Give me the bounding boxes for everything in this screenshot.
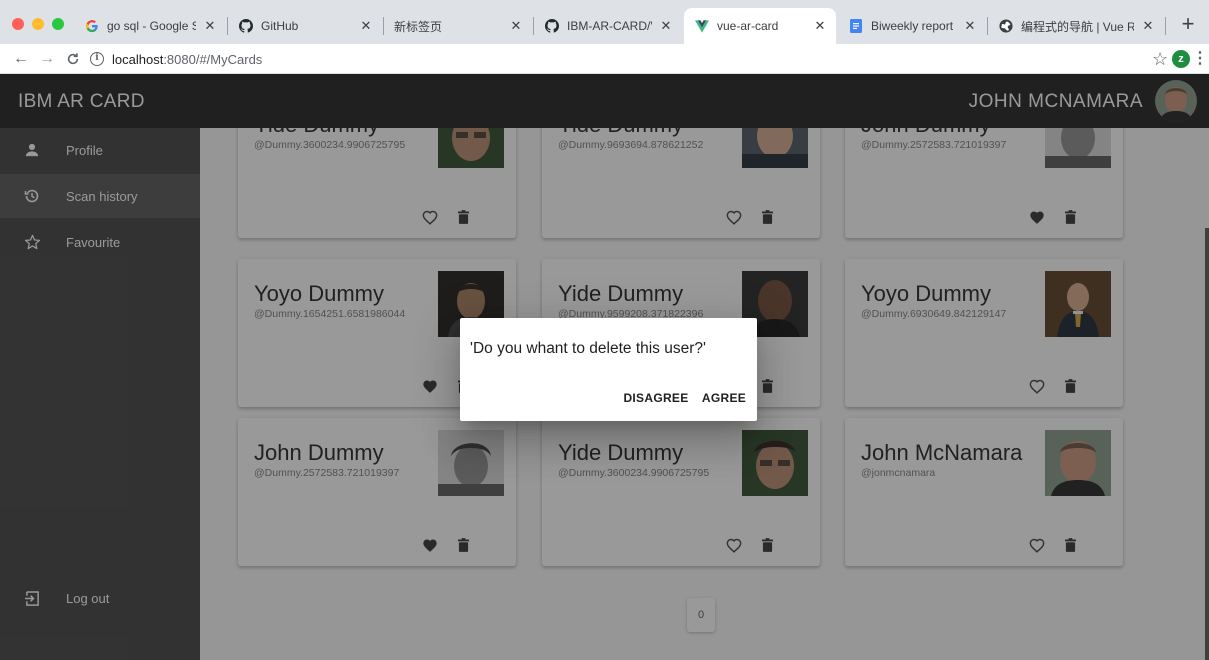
browser-toolbar: ← → i localhost:8080/#/MyCards ☆ z ⋮ (0, 44, 1209, 74)
tab-close-icon[interactable]: ✕ (962, 18, 978, 34)
tab-title: Biweekly report 7 - Google Docs (871, 19, 956, 33)
github-icon (544, 18, 560, 34)
delete-confirm-dialog: 'Do you whant to delete this user?' DISA… (460, 318, 757, 421)
address-bar[interactable]: i localhost:8080/#/MyCards (80, 47, 1140, 71)
tab-close-icon[interactable]: ✕ (658, 18, 674, 34)
browser-tab-strip: go sql - Google Search ✕ GitHub ✕ 新标签页 ✕… (0, 0, 1209, 44)
browser-tab-new[interactable]: 新标签页 ✕ (384, 8, 532, 44)
browser-profile-avatar[interactable]: z (1172, 50, 1190, 68)
tab-close-icon[interactable]: ✕ (812, 18, 828, 34)
browser-tab-vue-ar-card[interactable]: vue-ar-card ✕ (684, 8, 836, 44)
tab-title: 编程式的导航 | Vue Router (1021, 19, 1134, 34)
window-close-dot[interactable] (12, 18, 24, 30)
tab-title: 新标签页 (394, 19, 443, 34)
tab-close-icon[interactable]: ✕ (358, 18, 374, 34)
agree-button[interactable]: AGREE (698, 383, 750, 413)
disagree-button[interactable]: DISAGREE (620, 383, 692, 413)
bookmark-star-icon[interactable]: ☆ (1152, 44, 1168, 74)
tab-title: go sql - Google Search (107, 19, 196, 33)
tab-close-icon[interactable]: ✕ (1140, 18, 1156, 34)
globe-icon (998, 18, 1014, 34)
google-docs-icon (848, 18, 864, 34)
back-arrow-icon[interactable]: ← (10, 48, 32, 70)
browser-tab-google[interactable]: go sql - Google Search ✕ (74, 8, 226, 44)
tab-title: vue-ar-card (717, 19, 779, 33)
browser-tab-google-docs[interactable]: Biweekly report 7 - Google Docs ✕ (838, 8, 986, 44)
browser-tab-github[interactable]: GitHub ✕ (228, 8, 382, 44)
browser-tab-github-repo[interactable]: IBM-AR-CARD/Vue-AR-Card ✕ (534, 8, 682, 44)
app-root: Yide Dummy @Dummy.3600234.9906725795 Yid… (0, 74, 1209, 660)
url-host: localhost (112, 51, 164, 67)
github-icon (238, 18, 254, 34)
info-icon[interactable]: i (90, 52, 104, 66)
tab-close-icon[interactable]: ✕ (202, 18, 218, 34)
forward-arrow-icon[interactable]: → (36, 48, 58, 70)
window-minimize-dot[interactable] (32, 18, 44, 30)
window-zoom-dot[interactable] (52, 18, 64, 30)
url-path: :8080/#/MyCards (163, 51, 263, 67)
google-g-icon (84, 18, 100, 34)
tab-close-icon[interactable]: ✕ (508, 18, 524, 34)
tab-title: IBM-AR-CARD/Vue-AR-Card (567, 19, 652, 33)
tab-title: GitHub (261, 19, 299, 33)
vue-logo-icon (694, 18, 710, 34)
new-tab-button[interactable]: + (1175, 12, 1201, 38)
browser-menu-icon[interactable]: ⋮ (1192, 44, 1208, 74)
browser-tab-vue-router[interactable]: 编程式的导航 | Vue Router ✕ (988, 8, 1164, 44)
tab-separator (1165, 17, 1166, 35)
dialog-message: 'Do you whant to delete this user?' (470, 340, 706, 357)
